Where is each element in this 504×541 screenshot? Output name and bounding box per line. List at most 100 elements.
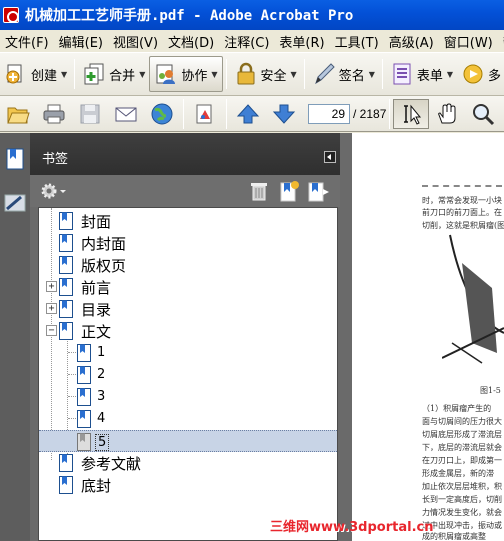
menu-document[interactable]: 文档(D) (163, 32, 219, 51)
select-tool-button[interactable] (393, 98, 430, 129)
globe-icon (150, 102, 174, 126)
bookmark-item[interactable]: 内封面 (39, 232, 337, 254)
bookmark-label: 参考文献 (81, 455, 142, 473)
multimedia-button[interactable]: 多 (457, 56, 504, 92)
form-icon (390, 62, 414, 86)
printer-icon (42, 102, 66, 126)
navigation-toolbar: / 2187 (0, 96, 504, 132)
combine-button[interactable]: 合并 ▼ (78, 56, 149, 92)
email-button[interactable] (108, 99, 144, 129)
chevron-down-icon: ▼ (211, 69, 218, 79)
collapse-panel-button[interactable] (324, 151, 336, 163)
body-text: 长到一定高度后，切削 (422, 495, 502, 504)
body-text: 加止依次层层堆积，积 (422, 482, 502, 491)
bookmark-item[interactable]: 3 (39, 386, 337, 408)
document-page: 时，常常会发现一小块 前刀口的前刀面上。在 切削，这就是积屑瘤(图 图1-5 （… (352, 133, 504, 541)
toolbar-divider (74, 59, 76, 89)
print-button[interactable] (36, 99, 72, 129)
menu-forms[interactable]: 表单(R) (274, 32, 329, 51)
document-properties-icon (193, 102, 217, 126)
sign-label: 签名 (338, 68, 365, 84)
menu-edit[interactable]: 编辑(E) (54, 32, 108, 51)
menu-comments[interactable]: 注释(C) (219, 32, 274, 51)
expand-bookmark-icon[interactable] (307, 179, 331, 203)
create-button[interactable]: 创建 ▼ (0, 56, 71, 92)
signatures-panel-button[interactable] (3, 191, 27, 215)
chevron-down-icon: ▼ (290, 69, 297, 79)
collaborate-button[interactable]: 协作 ▼ (149, 56, 223, 92)
options-gear-icon[interactable] (38, 179, 66, 203)
open-button[interactable] (0, 99, 36, 129)
bookmark-icon (77, 366, 91, 384)
properties-button[interactable] (187, 99, 223, 129)
body-text: 过中出现冲击，振动或 (422, 521, 502, 530)
text-select-cursor-icon (399, 102, 423, 126)
bookmark-item[interactable]: 底封 (39, 474, 337, 496)
body-text: 面与切屑间的压力很大 (422, 417, 502, 426)
body-text: 前刀口的前刀面上。在 (422, 208, 502, 217)
menu-view[interactable]: 视图(V) (108, 32, 163, 51)
bookmark-item[interactable]: 版权页 (39, 254, 337, 276)
previous-page-button[interactable] (230, 99, 266, 129)
bookmark-item-selected[interactable]: 5 (39, 430, 337, 452)
menu-file[interactable]: 文件(F) (0, 32, 54, 51)
page-number-input[interactable] (308, 103, 350, 124)
menu-tools[interactable]: 工具(T) (330, 32, 384, 51)
bookmark-item[interactable]: + 目录 (39, 298, 337, 320)
secure-label: 安全 (260, 68, 287, 84)
title-bar: 机械加工工艺师手册.pdf - Adobe Acrobat Pro (0, 0, 504, 30)
bookmark-label: 版权页 (81, 257, 127, 275)
signature-pen-icon (3, 191, 27, 215)
bookmark-icon (59, 256, 73, 274)
panel-splitter[interactable] (340, 133, 352, 541)
body-text: 时，常常会发现一小块 (422, 196, 502, 205)
bookmark-icon (59, 278, 73, 296)
hand-icon (435, 102, 459, 126)
delete-bookmark-icon[interactable] (247, 179, 271, 203)
new-bookmark-icon[interactable] (277, 179, 301, 203)
bookmark-label: 正文 (81, 323, 112, 341)
bookmark-icon (59, 212, 73, 230)
menu-help[interactable]: 帮助 (498, 32, 504, 51)
bookmark-item[interactable]: 封面 (39, 210, 337, 232)
expand-toggle[interactable]: + (46, 303, 57, 314)
bookmarks-panel-button[interactable] (3, 147, 27, 171)
forms-label: 表单 (416, 68, 443, 84)
bookmark-item[interactable]: 参考文献 (39, 452, 337, 474)
bookmark-icon (59, 454, 73, 472)
zoom-tool-button[interactable] (465, 99, 501, 129)
forms-button[interactable]: 表单 ▼ (386, 56, 457, 92)
web-button[interactable] (144, 99, 180, 129)
save-button[interactable] (72, 99, 108, 129)
bookmark-item[interactable]: 2 (39, 364, 337, 386)
magnifier-icon (471, 102, 495, 126)
bookmark-item[interactable]: + 前言 (39, 276, 337, 298)
menu-advanced[interactable]: 高级(A) (384, 32, 439, 51)
arrow-up-icon (236, 102, 260, 126)
figure-illustration (442, 234, 504, 364)
menu-window[interactable]: 窗口(W) (439, 32, 498, 51)
expand-toggle[interactable]: + (46, 281, 57, 292)
page-rule (422, 185, 502, 187)
chevron-down-icon: ▼ (139, 69, 146, 79)
bookmark-icon (59, 300, 73, 318)
bookmark-label: 目录 (81, 301, 112, 319)
bookmark-item[interactable]: 4 (39, 408, 337, 430)
hand-tool-button[interactable] (429, 99, 465, 129)
body-text: 下，底层的滞流层就会 (422, 443, 502, 452)
panel-header: 书签 (30, 133, 340, 175)
bookmark-label: 底封 (81, 477, 112, 495)
bookmarks-panel: 书签 封面 内封面 版权页 + 前言 + 目录 − 正文 1 2 3 4 5 参… (30, 133, 340, 541)
collapse-toggle[interactable]: − (46, 325, 57, 336)
multimedia-label: 多 (488, 68, 502, 84)
bookmark-label: 内封面 (81, 235, 127, 253)
menu-bar: 文件(F) 编辑(E) 视图(V) 文档(D) 注释(C) 表单(R) 工具(T… (0, 30, 504, 52)
bookmark-item[interactable]: − 正文 (39, 320, 337, 342)
bookmark-item[interactable]: 1 (39, 342, 337, 364)
bookmark-icon (59, 476, 73, 494)
sign-button[interactable]: 签名 ▼ (308, 56, 379, 92)
page-count: / 2187 (353, 106, 387, 121)
toolbar-divider (303, 59, 305, 89)
next-page-button[interactable] (266, 99, 302, 129)
secure-button[interactable]: 安全 ▼ (230, 56, 301, 92)
